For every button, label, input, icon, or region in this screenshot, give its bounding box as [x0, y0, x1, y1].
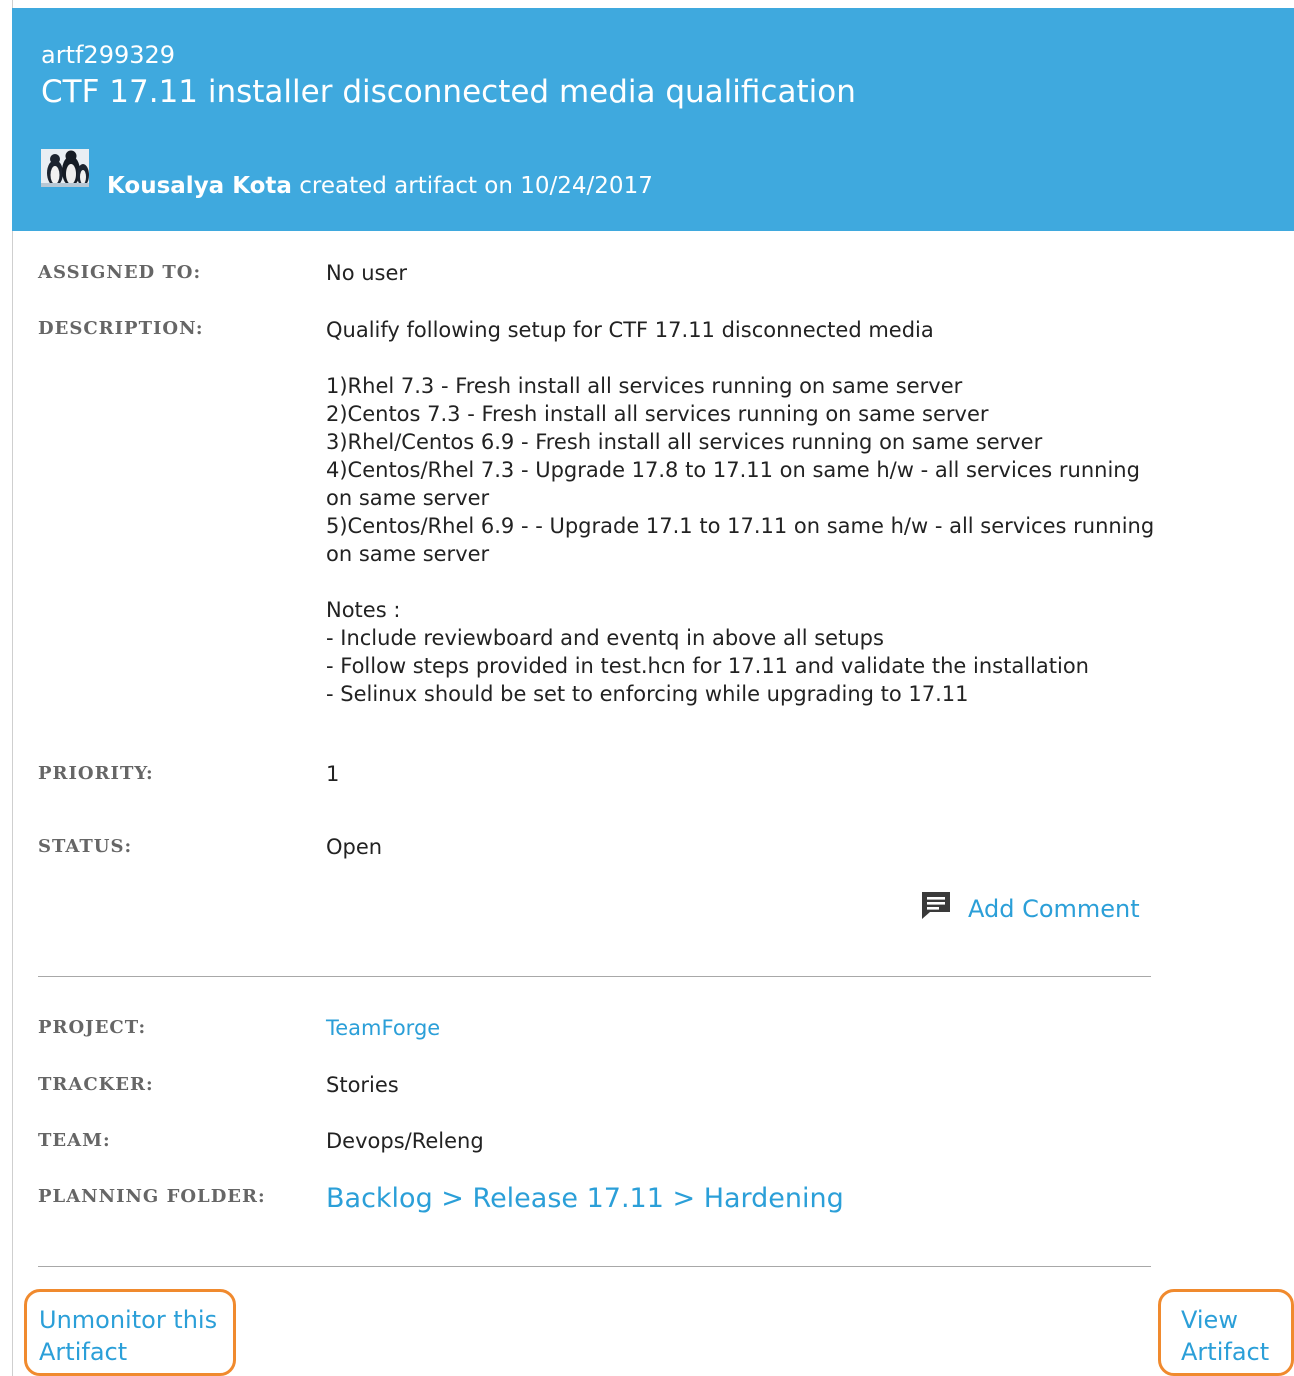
tracker-value: Stories — [326, 1073, 399, 1097]
creator-name[interactable]: Kousalya Kota — [107, 173, 292, 199]
view-line-2[interactable]: Artifact — [1181, 1336, 1291, 1368]
description-intro: Qualify following setup for CTF 17.11 di… — [326, 318, 934, 342]
unmonitor-line-2[interactable]: Artifact — [39, 1336, 233, 1368]
assigned-to-label: ASSIGNED TO: — [38, 262, 202, 283]
description-value: Qualify following setup for CTF 17.11 di… — [326, 316, 1166, 708]
created-text: created artifact on 10/24/2017 — [291, 173, 653, 199]
description-item: 2)Centos 7.3 - Fresh install all service… — [326, 402, 989, 426]
assigned-to-value: No user — [326, 261, 408, 285]
folder-crumb-backlog[interactable]: Backlog — [326, 1183, 433, 1214]
unmonitor-artifact-link[interactable]: Unmonitor this Artifact — [24, 1289, 236, 1376]
note-item: - Follow steps provided in test.hcn for … — [326, 654, 1089, 678]
folder-crumb-hardening[interactable]: Hardening — [704, 1183, 844, 1214]
breadcrumb-separator: > — [663, 1183, 704, 1214]
penguins-avatar-icon — [41, 149, 89, 187]
project-link[interactable]: TeamForge — [326, 1014, 440, 1042]
created-by-line: Kousalya Kota created artifact on 10/24/… — [107, 171, 653, 201]
note-item: - Include reviewboard and eventq in abov… — [326, 626, 884, 650]
notes-title: Notes : — [326, 598, 401, 622]
note-item: - Selinux should be set to enforcing whi… — [326, 682, 969, 706]
description-item: 3)Rhel/Centos 6.9 - Fresh install all se… — [326, 430, 1043, 454]
priority-label: PRIORITY: — [38, 763, 154, 784]
unmonitor-line-1[interactable]: Unmonitor this — [39, 1304, 233, 1336]
section-divider — [38, 976, 1151, 977]
view-line-1[interactable]: View — [1181, 1304, 1291, 1336]
artifact-header: artf299329 CTF 17.11 installer disconnec… — [12, 8, 1294, 231]
status-label: STATUS: — [38, 836, 133, 857]
comment-icon[interactable] — [920, 890, 952, 920]
view-artifact-link[interactable]: View Artifact — [1158, 1289, 1294, 1376]
folder-crumb-release[interactable]: Release 17.11 — [473, 1183, 664, 1214]
status-value: Open — [326, 835, 383, 859]
breadcrumb-separator: > — [432, 1183, 473, 1214]
description-item: 1)Rhel 7.3 - Fresh install all services … — [326, 374, 963, 398]
artifact-id[interactable]: artf299329 — [41, 41, 175, 69]
description-item: 4)Centos/Rhel 7.3 - Upgrade 17.8 to 17.1… — [326, 458, 1140, 510]
artifact-title[interactable]: CTF 17.11 installer disconnected media q… — [41, 74, 856, 110]
description-item: 5)Centos/Rhel 6.9 - - Upgrade 17.1 to 17… — [326, 514, 1155, 566]
add-comment-label[interactable]: Add Comment — [968, 894, 1140, 924]
description-label: DESCRIPTION: — [38, 318, 204, 339]
project-label: PROJECT: — [38, 1017, 147, 1038]
priority-value: 1 — [326, 762, 340, 786]
planning-folder-breadcrumb: Backlog > Release 17.11 > Hardening — [326, 1182, 844, 1216]
penguins-avatar-icon — [41, 149, 89, 187]
planning-folder-label: PLANNING FOLDER: — [38, 1186, 266, 1207]
team-label: TEAM: — [38, 1130, 111, 1151]
footer-divider — [38, 1266, 1151, 1267]
team-value: Devops/Releng — [326, 1129, 484, 1153]
comment-icon — [922, 892, 950, 919]
tracker-label: TRACKER: — [38, 1074, 154, 1095]
